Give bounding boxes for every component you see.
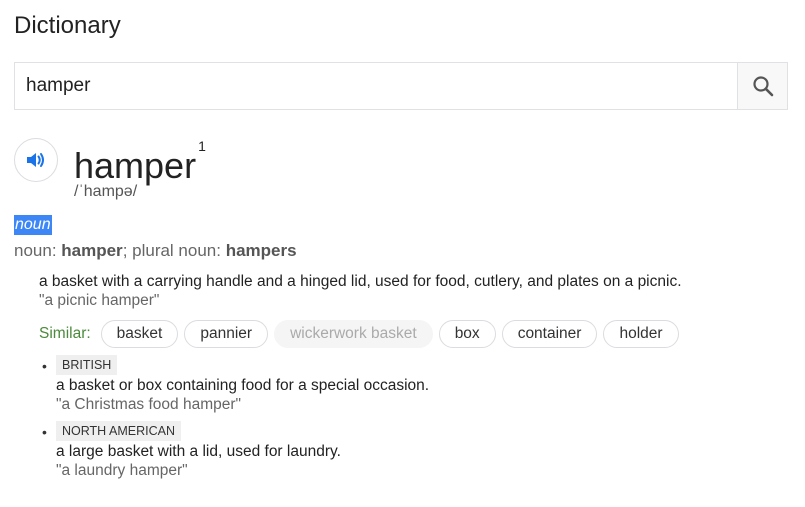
search-button[interactable] xyxy=(737,63,787,109)
search-icon xyxy=(752,76,773,97)
page-title: Dictionary xyxy=(14,12,121,39)
similar-chip-pannier[interactable]: pannier xyxy=(184,320,269,348)
phonetic: /ˈhampə/ xyxy=(74,183,138,200)
pronunciation-button[interactable] xyxy=(14,138,58,182)
similar-chip-container[interactable]: container xyxy=(501,320,598,348)
forms-prefix: noun: xyxy=(14,241,62,260)
subsense-definition: a large basket with a lid, used for laun… xyxy=(56,443,341,460)
similar-chip-holder[interactable]: holder xyxy=(603,320,679,348)
similar-chip-box[interactable]: box xyxy=(438,320,496,348)
forms-word: hamper xyxy=(61,241,123,260)
homograph-number: 1 xyxy=(198,138,206,154)
subsense-example: "a laundry hamper" xyxy=(56,462,188,479)
region-tag: NORTH AMERICAN xyxy=(56,421,181,441)
region-tag: BRITISH xyxy=(56,355,118,375)
part-of-speech: noun xyxy=(14,215,52,235)
similar-words: Similar: basket pannier wickerwork baske… xyxy=(39,319,685,349)
example: "a picnic hamper" xyxy=(39,292,160,309)
headword: hamper 1 xyxy=(74,138,206,188)
definition: a basket with a carrying handle and a hi… xyxy=(39,273,682,290)
word-forms: noun: hamper; plural noun: hampers xyxy=(14,241,297,261)
headword-text: hamper xyxy=(74,145,197,186)
bullet: • xyxy=(42,358,47,374)
bullet: • xyxy=(42,424,47,440)
subsense-definition: a basket or box containing food for a sp… xyxy=(56,377,430,394)
similar-label: Similar: xyxy=(39,325,91,342)
similar-chip-basket[interactable]: basket xyxy=(100,320,179,348)
forms-mid: ; plural noun: xyxy=(122,241,226,260)
speaker-icon xyxy=(27,153,44,167)
search-input[interactable] xyxy=(15,63,737,109)
search-box xyxy=(14,62,788,110)
subsense-example: "a Christmas food hamper" xyxy=(56,396,242,413)
forms-plural: hampers xyxy=(225,241,297,260)
similar-chip-wickerwork-basket: wickerwork basket xyxy=(274,320,433,348)
